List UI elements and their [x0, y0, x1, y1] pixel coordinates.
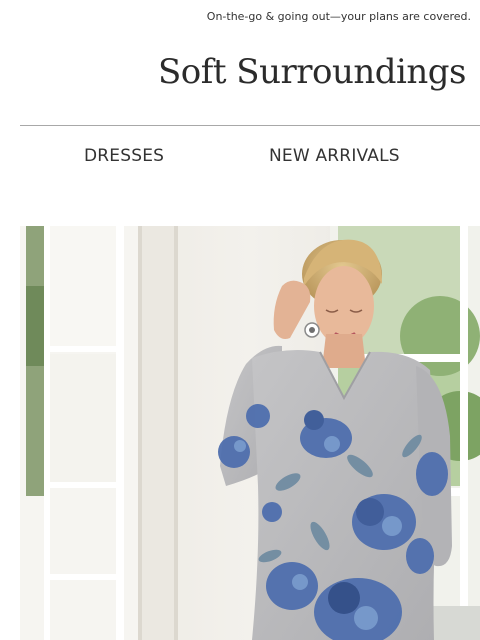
- nav-link-new-arrivals[interactable]: NEW ARRIVALS: [269, 146, 400, 166]
- hero-photo-illustration: [20, 226, 480, 640]
- main-nav: DRESSES NEW ARRIVALS: [0, 146, 480, 170]
- brand-logo[interactable]: Soft Surroundings: [158, 52, 467, 92]
- nav-link-dresses[interactable]: DRESSES: [84, 146, 164, 166]
- hero-image[interactable]: [20, 226, 480, 640]
- preheader-text: On-the-go & going out—your plans are cov…: [206, 10, 471, 23]
- left-window: [20, 226, 140, 640]
- email-page: On-the-go & going out—your plans are cov…: [0, 0, 480, 640]
- pillar: [138, 226, 178, 640]
- header-divider: [20, 125, 480, 126]
